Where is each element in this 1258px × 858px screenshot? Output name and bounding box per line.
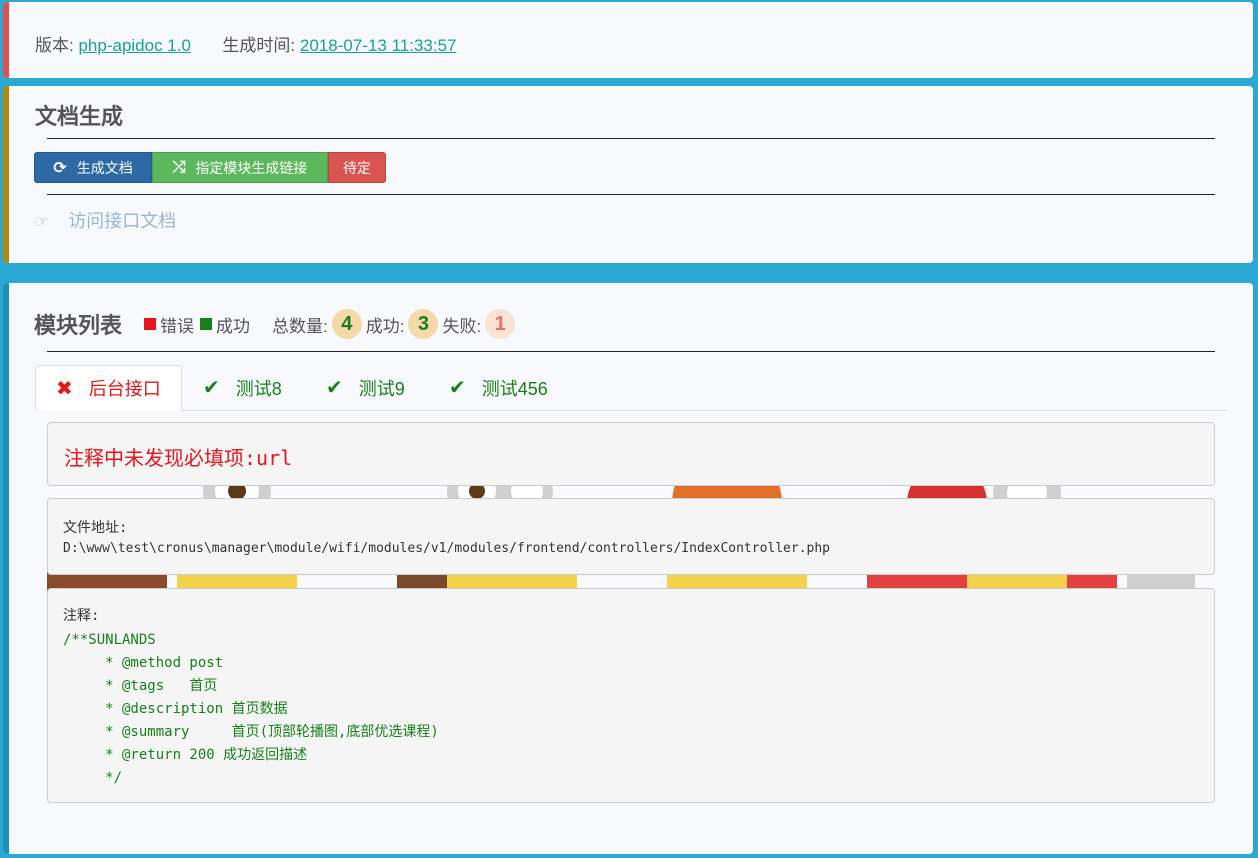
error-message: 注释中未发现必填项:url	[64, 442, 292, 471]
check-icon: ✔	[326, 377, 343, 399]
shuffle-icon: ⤮	[172, 158, 186, 176]
file-path-panel: 文件地址: D:\www\test\cronus\manager\module/…	[47, 498, 1215, 575]
total-label: 总数量:	[272, 316, 328, 336]
doc-gen-title: 文档生成	[35, 104, 124, 129]
error-legend-swatch	[144, 318, 157, 330]
tab-label: 后台接口	[88, 379, 161, 399]
fail-label: 失败:	[442, 316, 482, 336]
divider	[47, 138, 1215, 139]
fail-badge: 1	[485, 309, 516, 339]
annotation-line: */	[63, 770, 123, 786]
annotation-line: * @summary 首页(顶部轮播图,底部优选课程)	[63, 724, 439, 740]
tab-label: 测试8	[235, 378, 282, 399]
time-link[interactable]: 2018-07-13 11:33:57	[300, 36, 457, 55]
error-panel: 注释中未发现必填项:url	[47, 422, 1215, 486]
annotation-line: * @tags 首页	[63, 678, 218, 694]
annotation-label: 注释:	[63, 608, 100, 624]
error-legend-label: 错误	[160, 316, 195, 336]
error-text: 注释中未发现必填项	[64, 446, 244, 470]
tab-label: 测试9	[358, 378, 405, 399]
card-accent-stripe	[3, 283, 9, 854]
version-card: 版本: php-apidoc 1.0 生成时间: 2018-07-13 11:3…	[3, 2, 1253, 78]
success-badge: 3	[408, 309, 439, 339]
success-label: 成功:	[365, 316, 405, 336]
divider	[47, 351, 1215, 352]
generate-docs-button[interactable]: ⟳ 生成文档	[34, 152, 152, 183]
visit-docs-label: 访问接口文档	[68, 211, 177, 231]
error-field: :url	[244, 446, 293, 470]
module-link-label: 指定模块生成链接	[195, 159, 308, 176]
card-accent-stripe	[3, 2, 9, 78]
visit-docs-link[interactable]: ☞ 访问接口文档	[34, 207, 176, 233]
hand-point-right-icon: ☞	[34, 212, 50, 231]
module-list-title: 模块列表	[34, 313, 123, 338]
doc-gen-button-group: ⟳ 生成文档 ⤮ 指定模块生成链接 待定	[34, 152, 386, 183]
version-row: 版本: php-apidoc 1.0 生成时间: 2018-07-13 11:3…	[35, 31, 457, 56]
tab-label: 测试456	[481, 378, 548, 399]
tab-test456[interactable]: ✔ 测试456	[449, 365, 548, 410]
cross-icon: ✖	[56, 377, 73, 400]
check-icon: ✔	[449, 377, 466, 399]
refresh-icon: ⟳	[53, 159, 67, 177]
doc-generation-card: 文档生成 ⟳ 生成文档 ⤮ 指定模块生成链接 待定 ☞ 访问接口文档	[3, 86, 1253, 263]
file-path-label: 文件地址:	[63, 520, 128, 536]
card-accent-stripe	[3, 86, 9, 263]
module-link-button[interactable]: ⤮ 指定模块生成链接	[152, 152, 328, 183]
tab-backend-api[interactable]: ✖ 后台接口	[35, 365, 182, 411]
annotation-line: * @return 200 成功返回描述	[63, 747, 308, 763]
total-badge: 4	[331, 309, 362, 339]
version-link[interactable]: php-apidoc 1.0	[78, 36, 190, 55]
annotation-line: * @description 首页数据	[63, 701, 288, 717]
file-path-value: D:\www\test\cronus\manager\module/wifi/m…	[63, 541, 831, 556]
module-list-card: 模块列表 错误 成功 总数量: 4 成功: 3 失败: 1 ✖ 后台接口 ✔ 测…	[3, 283, 1253, 854]
divider	[47, 194, 1215, 195]
tab-test8[interactable]: ✔ 测试8	[203, 365, 282, 410]
tab-test9[interactable]: ✔ 测试9	[326, 365, 405, 410]
module-tabs: ✖ 后台接口 ✔ 测试8 ✔ 测试9 ✔ 测试456	[35, 365, 1227, 411]
pending-label: 待定	[343, 159, 371, 176]
version-label: 版本:	[35, 36, 74, 55]
success-legend-label: 成功	[216, 316, 251, 336]
success-legend-swatch	[200, 318, 213, 330]
generate-docs-label: 生成文档	[76, 159, 133, 176]
annotation-panel: 注释: /**SUNLANDS * @method post * @tags 首…	[47, 588, 1215, 803]
annotation-line: /**SUNLANDS	[63, 632, 156, 648]
pending-button[interactable]: 待定	[328, 152, 386, 183]
time-label: 生成时间:	[222, 36, 296, 55]
annotation-line: * @method post	[63, 655, 224, 671]
module-list-header: 模块列表 错误 成功 总数量: 4 成功: 3 失败: 1	[34, 308, 519, 340]
check-icon: ✔	[203, 377, 220, 399]
annotation-code: /**SUNLANDS * @method post * @tags 首页 * …	[63, 629, 439, 790]
